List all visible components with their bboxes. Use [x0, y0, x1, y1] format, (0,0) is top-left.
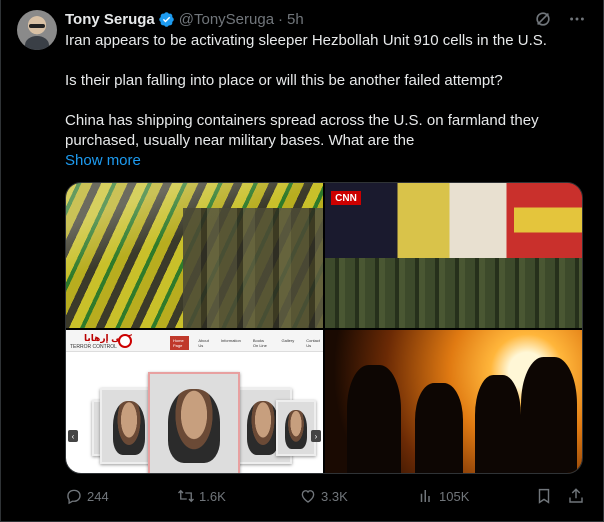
tweet-time[interactable]: 5h	[287, 11, 304, 28]
silhouette-figure	[521, 357, 577, 473]
profile-card-main	[148, 372, 240, 473]
verified-badge-icon[interactable]	[158, 11, 175, 28]
like-button[interactable]: 3.3K	[299, 487, 348, 505]
carousel-prev-icon: ‹	[68, 430, 78, 442]
site-nav-item: Contact Us	[306, 338, 320, 348]
flag-band	[514, 183, 582, 258]
like-count: 3.3K	[321, 488, 348, 504]
views-count: 105K	[439, 488, 470, 504]
silhouette-figure	[347, 365, 401, 473]
more-icon[interactable]	[567, 9, 587, 29]
tweet-actions: 244 1.6K 3.3K 105K	[65, 486, 587, 506]
profile-card	[276, 400, 316, 456]
tweet[interactable]: Tony Seruga @TonySeruga · 5h Iran appear…	[0, 0, 604, 522]
like-icon	[301, 490, 315, 503]
site-sub: TERROR CONTROL	[70, 344, 117, 350]
media-image-website[interactable]: كفى إرهابا TERROR CONTROL Home Page Abou…	[66, 330, 323, 473]
repost-count: 1.6K	[199, 488, 226, 504]
site-nav-item: Home Page	[170, 336, 190, 350]
tweet-line-4: purchased, usually near military bases. …	[65, 132, 415, 149]
show-more-link[interactable]: Show more	[65, 151, 141, 171]
cnn-badge: CNN	[331, 191, 361, 205]
silhouette-figure	[415, 383, 463, 473]
separator-dot: ·	[278, 10, 284, 28]
site-nav-item: About Us	[198, 338, 209, 348]
site-nav: Home Page About Us Information Books On …	[170, 336, 323, 350]
author-handle[interactable]: @TonySeruga	[179, 11, 274, 28]
avatar[interactable]	[17, 10, 57, 50]
views-icon	[420, 490, 430, 502]
tweet-text: Iran appears to be activating sleeper He…	[65, 31, 565, 151]
media-grid: CNN كفى إرهابا TERROR CONTROL Home Page …	[65, 182, 583, 474]
no-terror-icon	[118, 334, 132, 348]
share-button[interactable]	[567, 487, 585, 505]
carousel-next-icon: ›	[311, 430, 321, 442]
site-nav-item: Gallery	[281, 338, 295, 343]
bookmark-button[interactable]	[535, 487, 553, 505]
media-image-rally[interactable]: CNN	[325, 183, 582, 328]
reply-icon	[67, 489, 81, 505]
crowd-figure	[325, 258, 582, 328]
site-nav-item: Books On Line	[252, 338, 267, 348]
site-header: كفى إرهابا TERROR CONTROL Home Page Abou…	[66, 330, 323, 352]
reply-button[interactable]: 244	[65, 487, 109, 505]
media-image-silhouettes[interactable]	[325, 330, 582, 473]
repost-button[interactable]: 1.6K	[177, 487, 226, 505]
grok-icon[interactable]	[533, 9, 553, 29]
site-nav-item: Information	[220, 338, 241, 343]
tweet-line-2: Is their plan falling into place or will…	[65, 72, 503, 89]
media-image-flags[interactable]	[66, 183, 323, 328]
tweet-line-1: Iran appears to be activating sleeper He…	[65, 32, 547, 49]
soldiers-figure	[183, 208, 323, 328]
tweet-line-3: China has shipping containers spread acr…	[65, 112, 539, 129]
repost-icon	[178, 489, 194, 503]
share-icon	[569, 488, 583, 503]
reply-count: 244	[87, 488, 109, 504]
tweet-header: Tony Seruga @TonySeruga · 5h	[65, 9, 587, 29]
views-button[interactable]: 105K	[417, 487, 469, 505]
author-name[interactable]: Tony Seruga	[65, 11, 155, 28]
silhouette-figure	[475, 375, 521, 473]
header-actions	[533, 9, 587, 29]
bookmark-icon	[538, 488, 550, 504]
